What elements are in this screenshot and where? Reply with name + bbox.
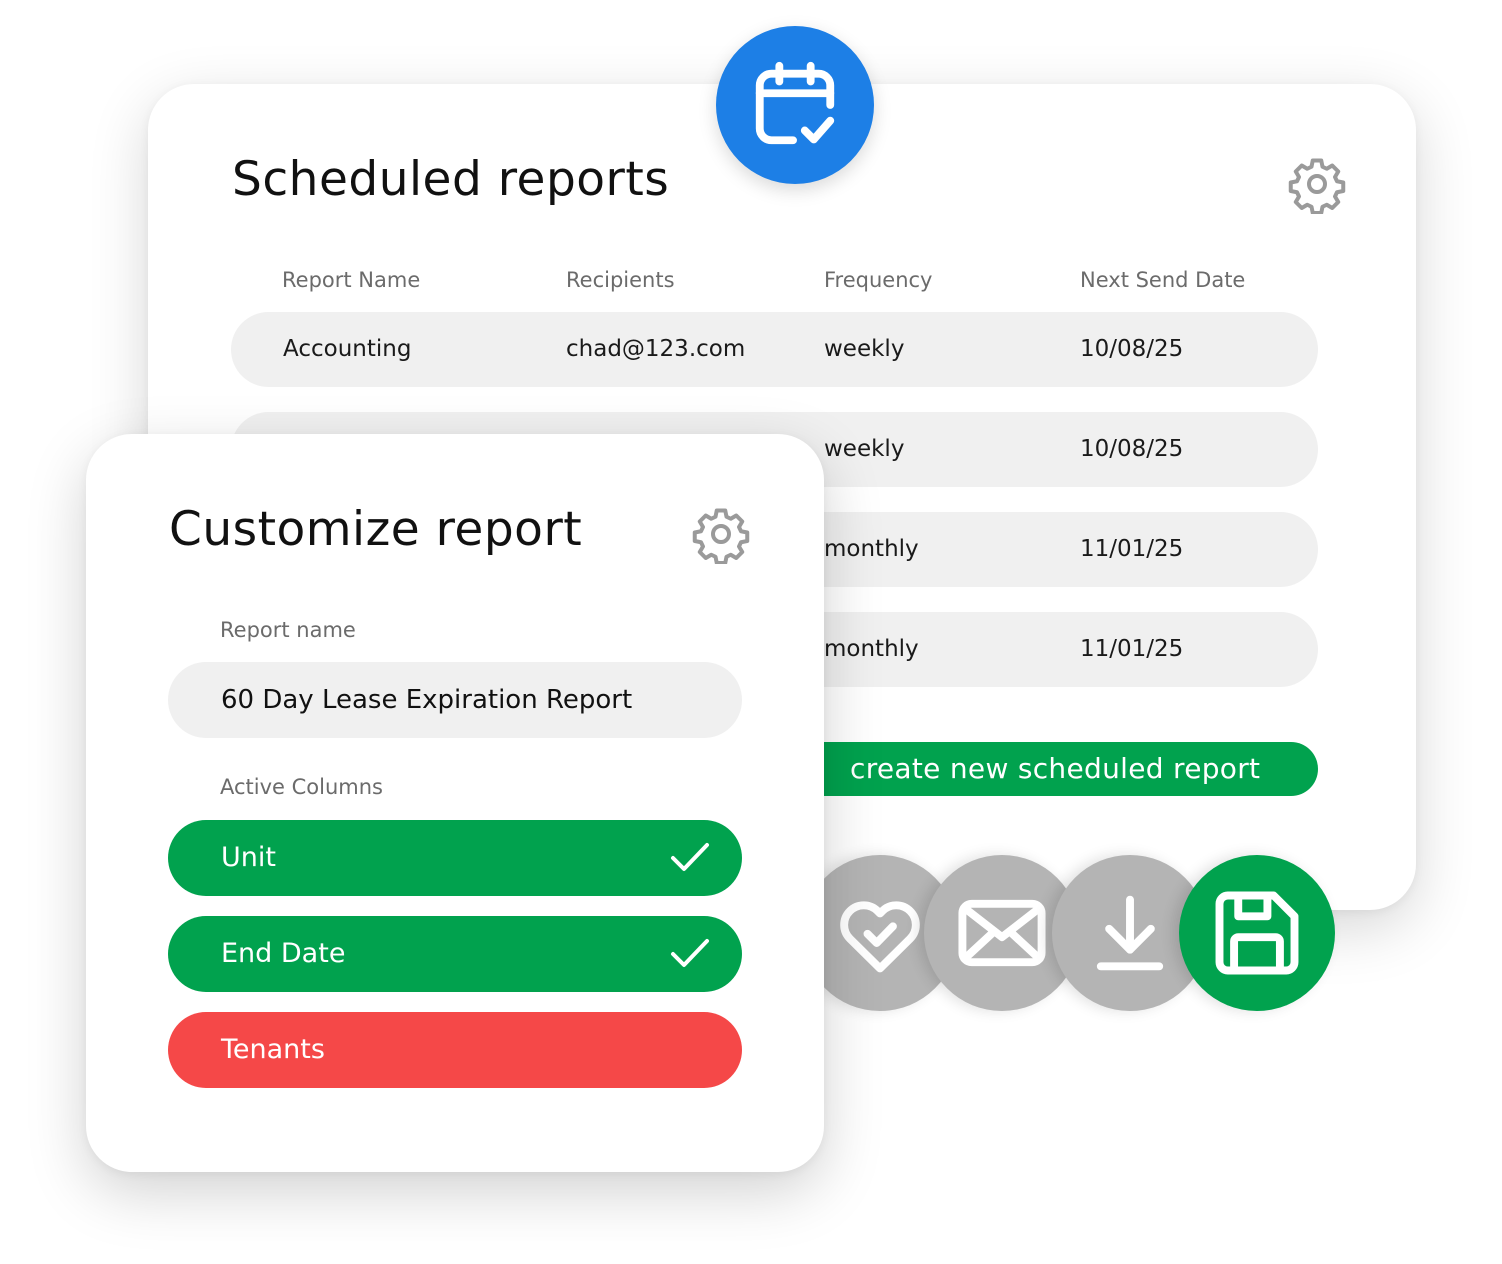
cell-frequency: monthly bbox=[824, 636, 919, 662]
cell-report-name: Accounting bbox=[283, 336, 412, 362]
column-header-recipients: Recipients bbox=[566, 268, 675, 292]
column-toggle-label: Unit bbox=[221, 842, 276, 873]
report-name-input[interactable]: 60 Day Lease Expiration Report bbox=[168, 662, 742, 738]
cell-frequency: monthly bbox=[824, 536, 919, 562]
cell-recipients: chad@123.com bbox=[566, 336, 746, 362]
checkmark-icon bbox=[670, 840, 710, 876]
active-columns-label: Active Columns bbox=[220, 775, 383, 799]
envelope-icon bbox=[958, 899, 1046, 967]
column-toggle-end-date[interactable]: End Date bbox=[168, 916, 742, 992]
save-button[interactable] bbox=[1179, 855, 1335, 1011]
floppy-disk-icon bbox=[1215, 891, 1299, 975]
column-toggle-tenants[interactable]: Tenants bbox=[168, 1012, 742, 1088]
table-row[interactable]: Accounting chad@123.com weekly 10/08/25 bbox=[231, 312, 1318, 387]
calendar-check-badge bbox=[716, 26, 874, 184]
create-scheduled-report-button[interactable]: create new scheduled report bbox=[770, 742, 1318, 796]
customize-report-settings-gear-icon[interactable] bbox=[691, 504, 751, 564]
column-header-report-name: Report Name bbox=[282, 268, 421, 292]
cell-frequency: weekly bbox=[824, 336, 905, 362]
column-header-frequency: Frequency bbox=[824, 268, 933, 292]
cell-next-send-date: 11/01/25 bbox=[1080, 636, 1184, 662]
cell-next-send-date: 10/08/25 bbox=[1080, 336, 1184, 362]
calendar-check-icon bbox=[755, 61, 835, 145]
heart-check-icon bbox=[840, 901, 920, 973]
cell-frequency: weekly bbox=[824, 436, 905, 462]
cell-next-send-date: 11/01/25 bbox=[1080, 536, 1184, 562]
scheduled-reports-title: Scheduled reports bbox=[232, 152, 670, 207]
checkmark-icon bbox=[670, 936, 710, 972]
column-toggle-label: End Date bbox=[221, 938, 346, 969]
column-header-next-send-date: Next Send Date bbox=[1080, 268, 1246, 292]
column-toggle-unit[interactable]: Unit bbox=[168, 820, 742, 896]
stage: Scheduled reports Report Name Recipients… bbox=[0, 0, 1502, 1264]
scheduled-reports-settings-gear-icon[interactable] bbox=[1287, 154, 1347, 214]
download-icon bbox=[1096, 895, 1164, 971]
cell-next-send-date: 10/08/25 bbox=[1080, 436, 1184, 462]
customize-report-title: Customize report bbox=[169, 502, 583, 557]
column-toggle-label: Tenants bbox=[221, 1034, 325, 1065]
report-name-label: Report name bbox=[220, 618, 356, 642]
